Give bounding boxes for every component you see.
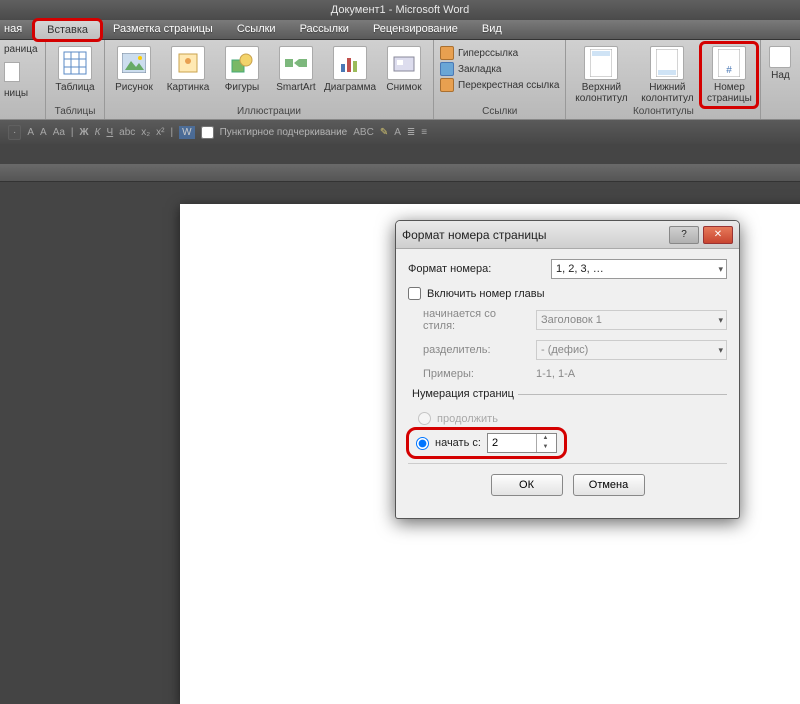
dotted-underline-check[interactable] (201, 126, 214, 139)
footer-button[interactable]: Нижний колонтитул (636, 44, 698, 106)
ruler[interactable] (0, 164, 800, 182)
clipart-button[interactable]: Картинка (163, 44, 213, 95)
include-chapter-checkbox[interactable] (408, 287, 421, 300)
crossref-icon (440, 78, 454, 92)
window-title: Документ1 - Microsoft Word (0, 0, 800, 20)
cut-right-button[interactable]: Над (765, 44, 795, 83)
tab-review[interactable]: Рецензирование (361, 20, 470, 39)
start-at-spinner[interactable]: ▲▼ (487, 433, 557, 453)
page-number-button[interactable]: #Номер страницы (702, 44, 756, 106)
examples-label: Примеры: (408, 368, 528, 380)
crossref-button[interactable]: Перекрестная ссылка (440, 78, 559, 92)
group-pages-label (4, 117, 41, 119)
include-chapter-label: Включить номер главы (427, 288, 545, 300)
start-at-radio[interactable] (416, 437, 429, 450)
chart-button[interactable]: Диаграмма (325, 44, 375, 95)
clipart-icon (171, 46, 205, 80)
mini-toolbar: · AAAa| ЖКЧ abcx₂x² | W Пунктирное подче… (0, 120, 800, 144)
ribbon-tabs: ная Вставка Разметка страницы Ссылки Рас… (0, 20, 800, 40)
examples-value: 1-1, 1-A (536, 368, 575, 380)
separator-label: разделитель: (408, 344, 528, 356)
dialog-titlebar[interactable]: Формат номера страницы ? ✕ (396, 221, 739, 249)
table-icon (58, 46, 92, 80)
smartart-button[interactable]: SmartArt (271, 44, 321, 95)
separator-select: - (дефис) (536, 340, 727, 360)
bookmark-icon (440, 62, 454, 76)
ok-button[interactable]: ОК (491, 474, 563, 496)
group-illustrations-label: Иллюстрации (109, 106, 429, 119)
start-at-input[interactable] (488, 437, 536, 450)
blank-page-icon[interactable] (4, 62, 20, 82)
dotted-underline-label: Пунктирное подчеркивание (220, 127, 348, 138)
pages-cut-bottom: ницы (4, 88, 28, 100)
tab-references[interactable]: Ссылки (225, 20, 288, 39)
tab-view[interactable]: Вид (470, 20, 514, 39)
hyperlink-icon (440, 46, 454, 60)
screenshot-button[interactable]: Снимок (379, 44, 429, 95)
starts-style-label: начинается со стиля: (408, 308, 528, 332)
tab-page-layout[interactable]: Разметка страницы (101, 20, 225, 39)
page-number-icon: # (712, 46, 746, 80)
header-icon (584, 46, 618, 80)
bookmark-button[interactable]: Закладка (440, 62, 559, 76)
picture-button[interactable]: Рисунок (109, 44, 159, 95)
tab-mailings[interactable]: Рассылки (288, 20, 361, 39)
number-format-label: Формат номера: (408, 263, 543, 275)
group-tables-label: Таблицы (50, 106, 100, 119)
dialog-title-text: Формат номера страницы (402, 228, 547, 242)
svg-text:#: # (727, 65, 733, 76)
wordart-icon (769, 46, 791, 68)
hyperlink-button[interactable]: Гиперссылка (440, 46, 559, 60)
cancel-button[interactable]: Отмена (573, 474, 645, 496)
continue-radio[interactable] (418, 412, 431, 425)
header-button[interactable]: Верхний колонтитул (570, 44, 632, 106)
shapes-button[interactable]: Фигуры (217, 44, 267, 95)
dialog-close-button[interactable]: ✕ (703, 226, 733, 244)
spinner-arrows[interactable]: ▲▼ (536, 434, 554, 452)
screenshot-icon (387, 46, 421, 80)
tab-cut-left[interactable]: ная (0, 20, 34, 39)
starts-style-select: Заголовок 1 (536, 310, 727, 330)
tab-insert[interactable]: Вставка (34, 20, 101, 39)
number-format-select[interactable]: 1, 2, 3, … (551, 259, 727, 279)
font-box[interactable]: · (8, 125, 21, 140)
group-links-label: Ссылки (438, 106, 561, 119)
smartart-icon (279, 46, 313, 80)
pages-cut-top: раница (4, 44, 38, 56)
picture-icon (117, 46, 151, 80)
shapes-icon (225, 46, 259, 80)
ribbon: раница ницы Таблица Таблицы Рисунок Карт… (0, 40, 800, 120)
footer-icon (650, 46, 684, 80)
continue-label: продолжить (437, 413, 498, 425)
dialog-help-button[interactable]: ? (669, 226, 699, 244)
page-number-format-dialog: Формат номера страницы ? ✕ Формат номера… (395, 220, 740, 519)
table-button[interactable]: Таблица (50, 44, 100, 95)
numbering-legend: Нумерация страниц (408, 388, 518, 400)
start-at-label: начать с: (435, 437, 481, 449)
chart-icon (333, 46, 367, 80)
group-headers-label: Колонтитулы (570, 106, 756, 119)
